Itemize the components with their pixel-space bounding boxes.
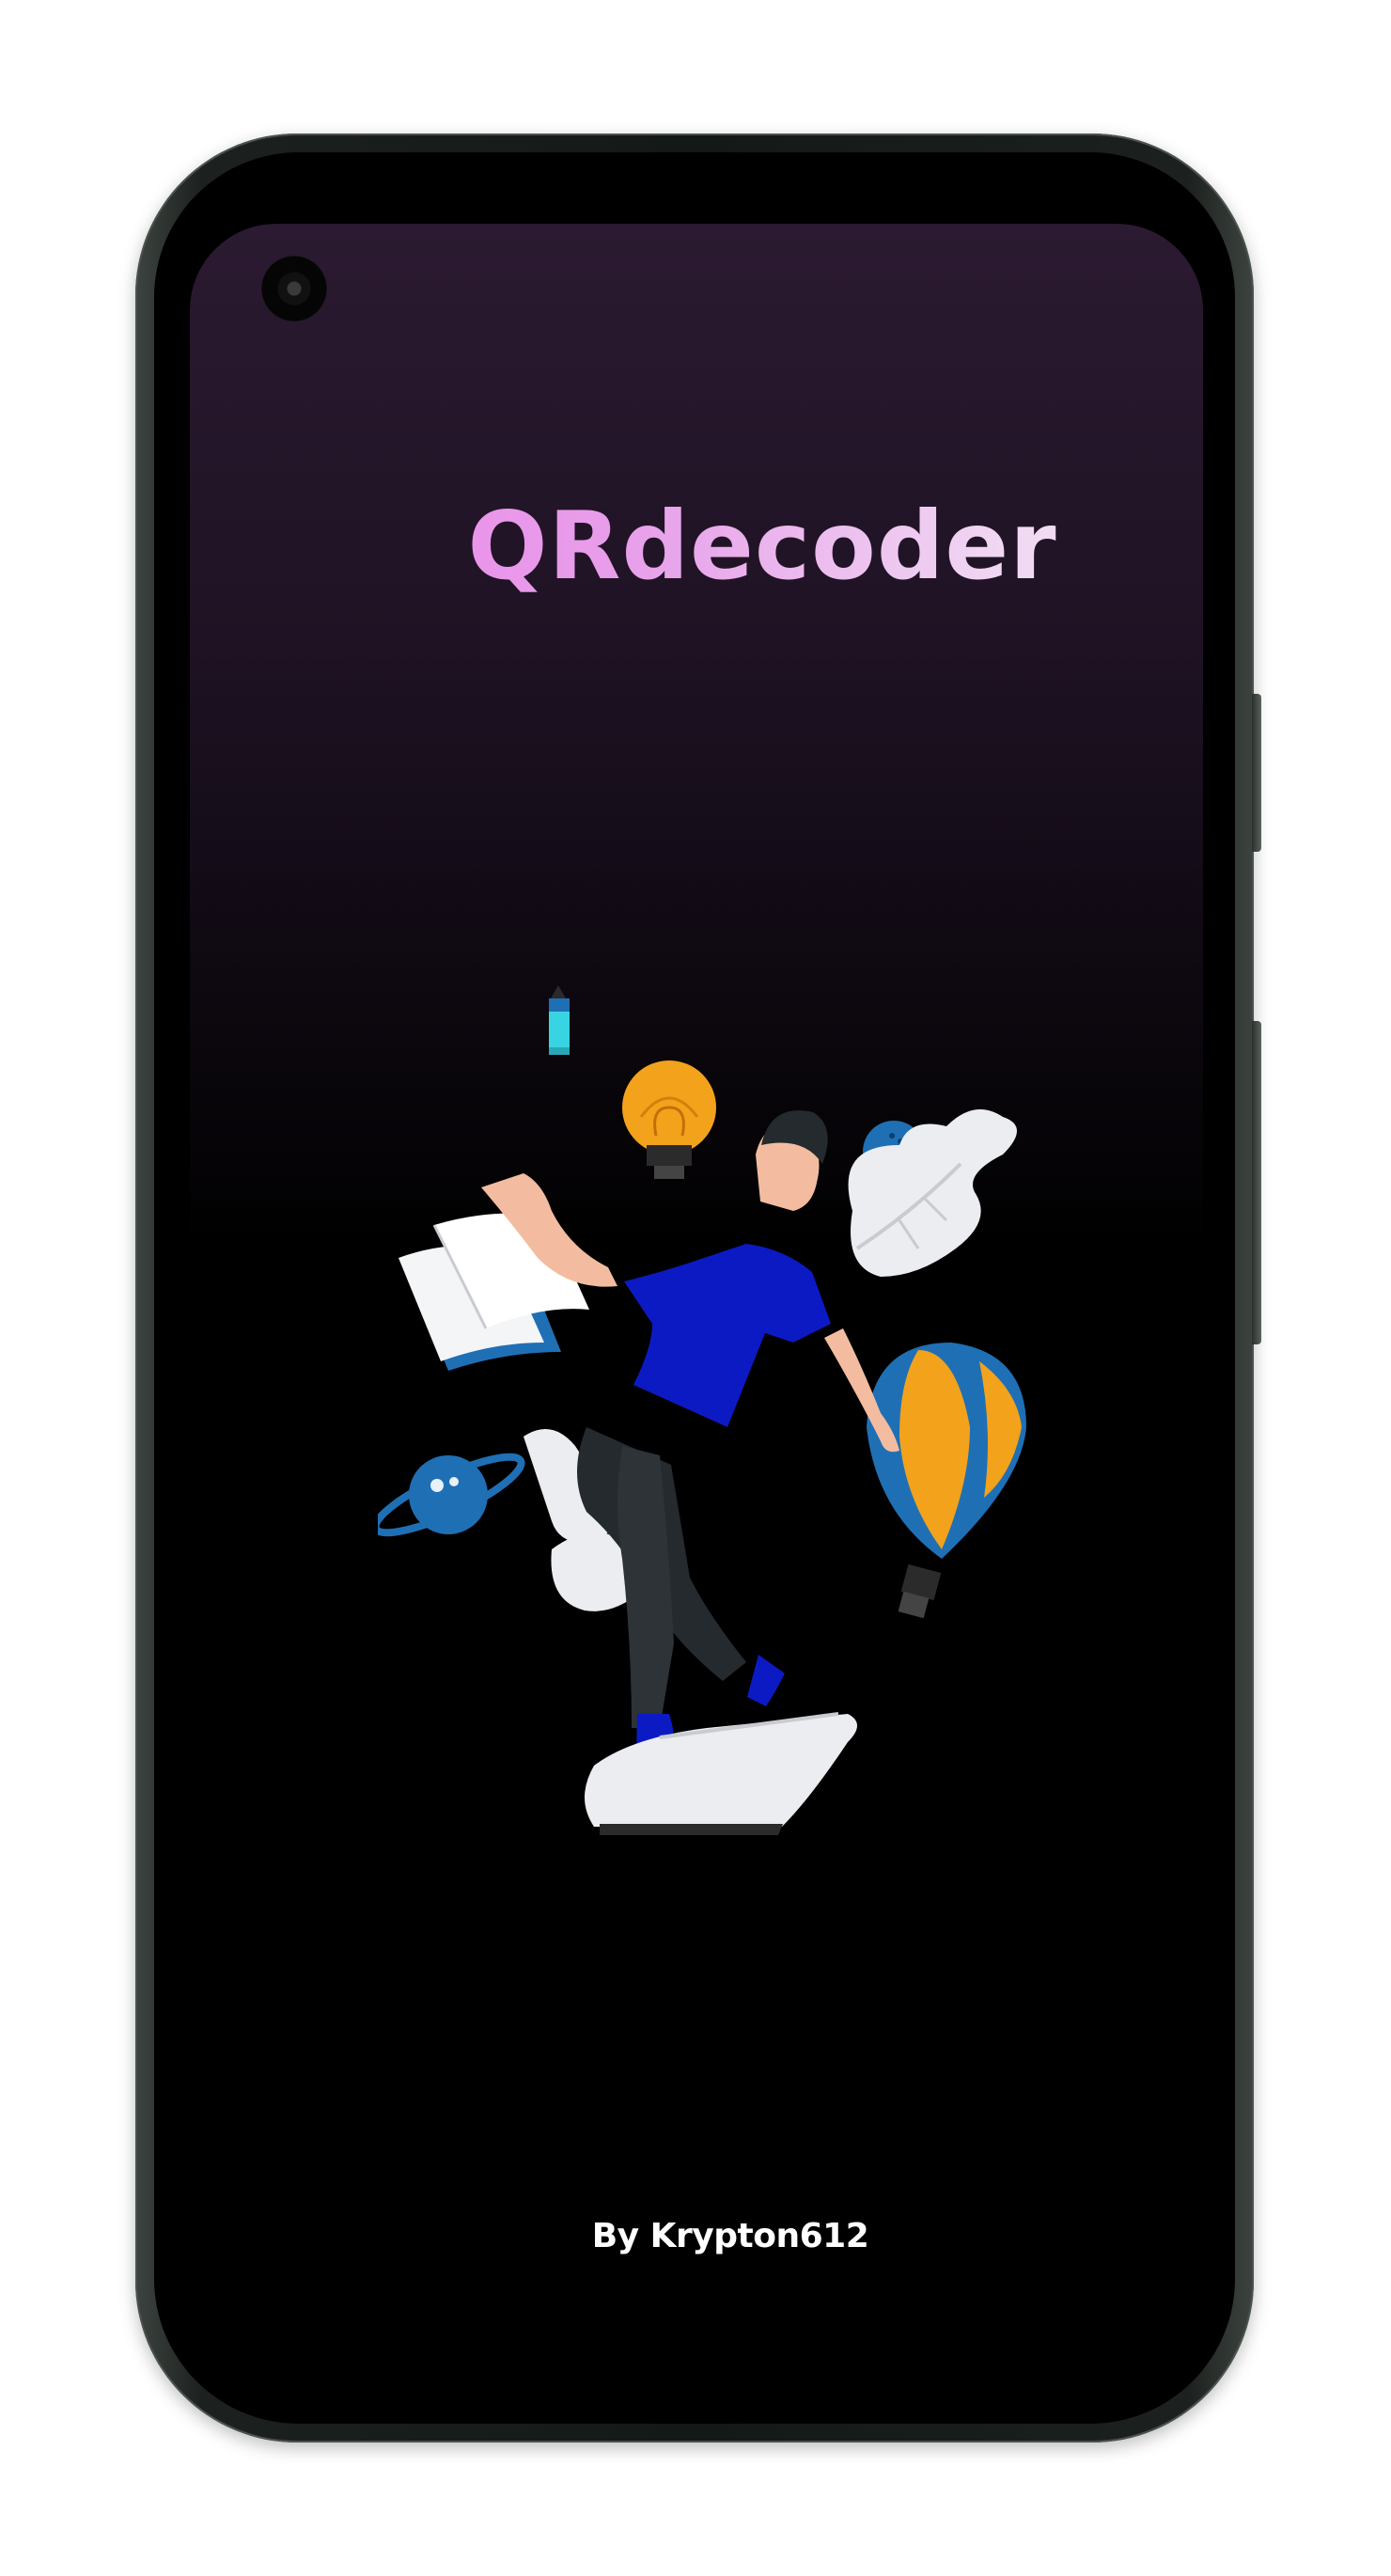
power-button — [1252, 1021, 1261, 1344]
phone-frame: QRdecoder By Krypton612 — [135, 134, 1261, 2442]
planet-icon — [378, 1453, 525, 1537]
author-credit: By Krypton612 — [591, 2217, 869, 2255]
volume-button — [1252, 694, 1261, 852]
pencil-icon — [549, 985, 570, 1055]
shoe-book-icon — [585, 1712, 857, 1835]
device-mockup: QRdecoder By Krypton612 — [0, 0, 1391, 2576]
splash-illustration — [378, 985, 1026, 1835]
splash-screen: QRdecoder By Krypton612 — [190, 224, 1203, 2369]
front-camera — [261, 256, 327, 322]
lightbulb-icon — [622, 1060, 716, 1179]
app-title: QRdecoder — [190, 491, 1203, 601]
hot-air-balloon-icon — [867, 1343, 1026, 1619]
